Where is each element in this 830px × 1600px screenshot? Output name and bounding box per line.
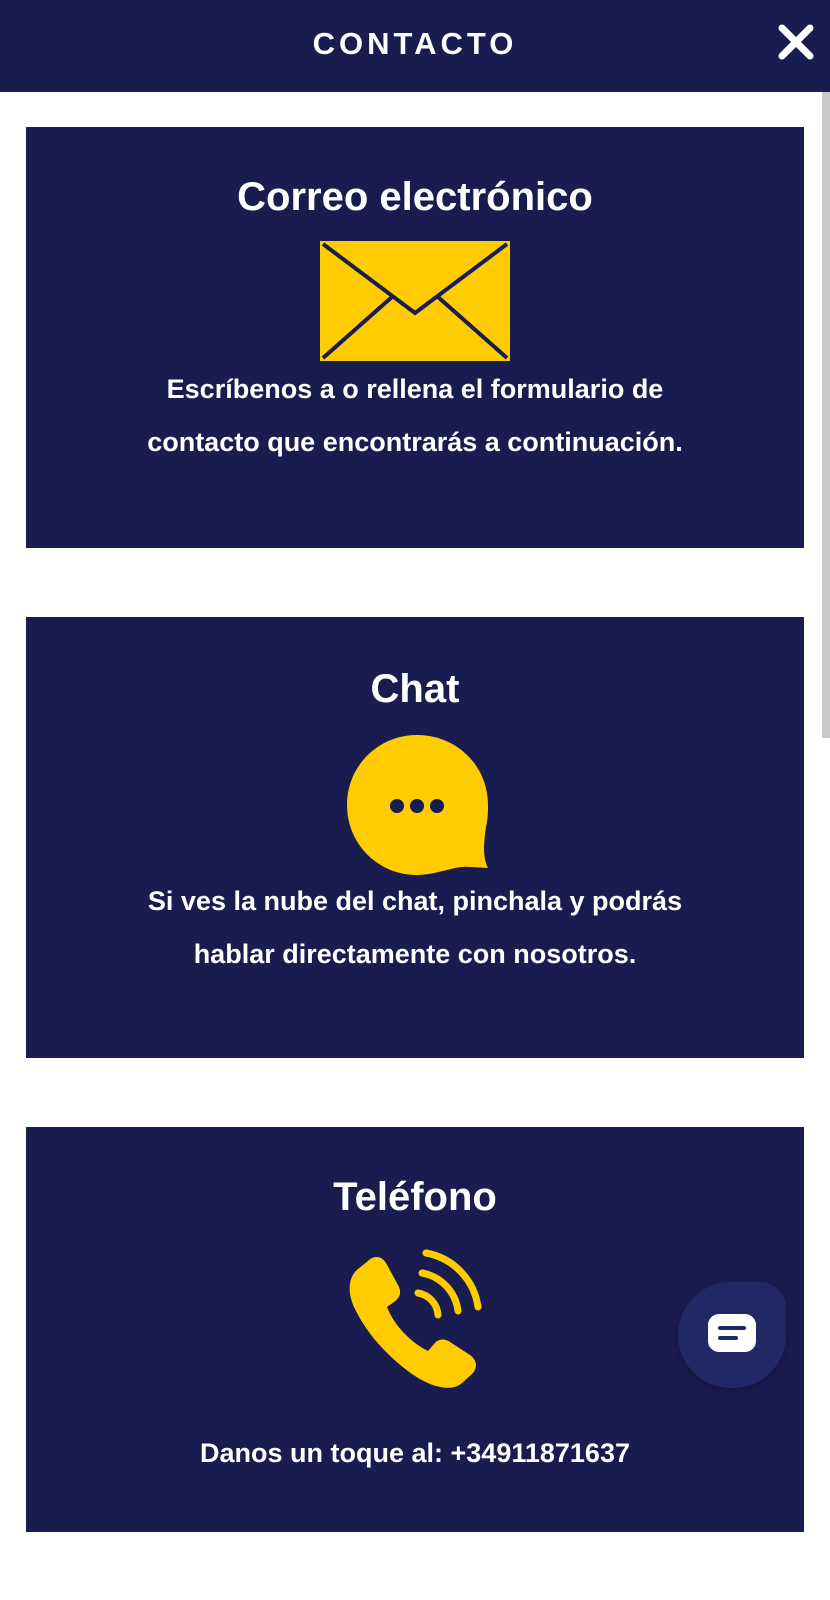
phone-text-line: Danos un toque al: +34911871637 (200, 1438, 630, 1468)
chat-text-line: hablar directamente con nosotros. (193, 939, 637, 969)
phone-card-text: Danos un toque al: +34911871637 (86, 1427, 744, 1480)
chat-widget-icon (708, 1314, 756, 1352)
phone-card-title: Teléfono (333, 1175, 497, 1219)
email-card-title: Correo electrónico (237, 175, 593, 219)
email-text-line: Escríbenos a o rellena el formulario de (166, 374, 664, 404)
header-bar: CONTACTO (0, 0, 830, 92)
email-card: Correo electrónico Escríbenos a o rellen… (26, 127, 804, 548)
phone-icon (349, 1249, 482, 1388)
page-title: CONTACTO (312, 26, 518, 61)
chat-bubble-icon (347, 735, 488, 875)
chat-card-text: Si ves la nube del chat, pinchala y podr… (86, 875, 744, 981)
close-icon (778, 24, 814, 60)
email-text-line: contacto que encontrarás a continuación. (147, 427, 683, 457)
chat-text-line: Si ves la nube del chat, pinchala y podr… (147, 886, 683, 916)
chat-widget-button[interactable] (678, 1282, 786, 1388)
close-button[interactable] (776, 22, 816, 62)
envelope-icon (320, 241, 510, 361)
chat-card-title: Chat (370, 667, 460, 711)
scrollbar-thumb[interactable] (822, 92, 830, 738)
chat-card: Chat Si ves la nube del chat, pinchala y… (26, 617, 804, 1058)
email-card-text: Escríbenos a o rellena el formulario de … (86, 363, 744, 469)
